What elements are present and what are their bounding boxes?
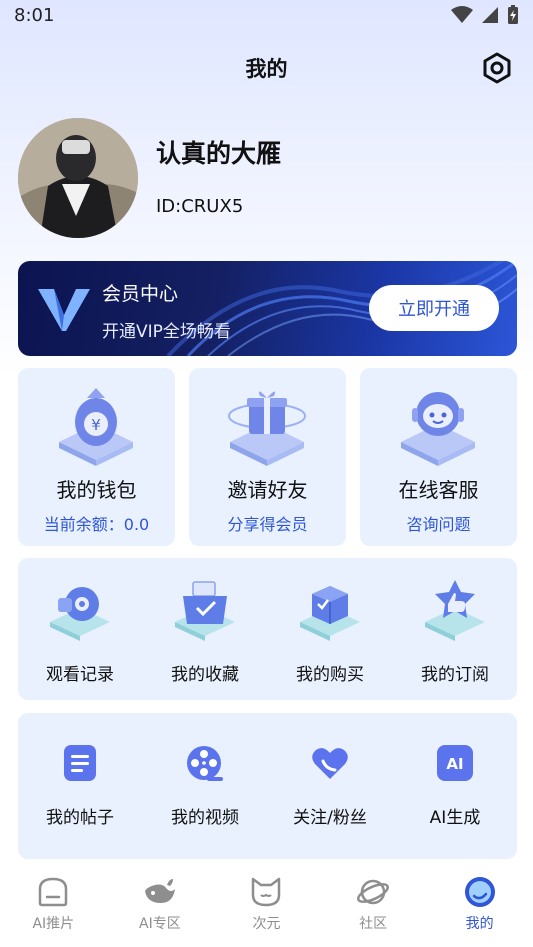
videos-label: 我的视频	[171, 808, 239, 828]
robot-support-icon	[401, 392, 475, 466]
nav-label-ai-zone: AI专区	[139, 916, 181, 932]
vip-logo-icon	[38, 289, 90, 331]
signal-icon	[482, 7, 498, 23]
profile-info: 认真的大雁 ID:CRUX5	[156, 139, 281, 217]
invite-card[interactable]: 邀请好友 分享得会员	[189, 368, 346, 546]
vip-open-button[interactable]: 立即开通	[369, 285, 499, 331]
wallet-icon: ¥	[59, 388, 133, 466]
status-time: 8:01	[14, 4, 55, 26]
content-panel: 我的帖子 我的视频 关注/粉丝 AI AI生成	[18, 713, 517, 859]
vip-banner[interactable]: 会员中心 开通VIP全场畅看 立即开通	[18, 261, 517, 356]
wallet-card[interactable]: ¥ 我的钱包 当前余额：0.0	[18, 368, 175, 546]
profile-section[interactable]: 认真的大雁 ID:CRUX5	[18, 118, 518, 238]
favorites-icon	[175, 581, 235, 641]
settings-button[interactable]	[479, 50, 515, 86]
watch-history-label: 观看记录	[46, 665, 114, 685]
user-id: ID:CRUX5	[156, 195, 244, 217]
cat-icon	[252, 877, 281, 907]
heart-icon	[312, 748, 348, 779]
posts-label: 我的帖子	[46, 808, 114, 828]
gift-icon	[228, 391, 306, 466]
vip-title: 会员中心	[102, 283, 179, 305]
support-subtitle: 咨询问题	[406, 515, 471, 534]
subscriptions-label: 我的订阅	[421, 665, 489, 685]
feature-cards: ¥ 我的钱包 当前余额：0.0 邀请好友 分享得会员 在线客服 咨询问题	[18, 368, 517, 546]
status-icons	[451, 5, 519, 25]
invite-subtitle: 分享得会员	[227, 515, 308, 534]
film-reel-icon	[187, 746, 223, 781]
battery-icon	[508, 5, 518, 24]
purchases-icon	[300, 586, 360, 641]
page-title: 我的	[245, 57, 288, 81]
gear-icon	[483, 52, 511, 84]
page-header: 我的	[0, 46, 533, 90]
home-icon	[39, 877, 68, 907]
planet-icon	[357, 879, 390, 905]
bottom-nav: AI推片 AI专区 次元 社区 我的	[0, 869, 533, 947]
vip-subtitle: 开通VIP全场畅看	[102, 322, 231, 342]
whale-icon	[144, 879, 175, 903]
ai-generate-icon: AI	[437, 745, 473, 781]
nav-item-mine[interactable]: 我的	[426, 869, 533, 947]
avatar-photo	[18, 118, 138, 238]
svg-text:AI: AI	[446, 755, 463, 773]
nav-label-community: 社区	[359, 916, 388, 932]
wallet-balance: 当前余额：0.0	[43, 515, 150, 534]
support-title: 在线客服	[398, 478, 479, 502]
nav-item-community[interactable]: 社区	[320, 869, 427, 947]
nav-item-ai-zone[interactable]: AI专区	[107, 869, 214, 947]
nav-label-mine: 我的	[465, 916, 494, 932]
nav-label-ai-recommend: AI推片	[32, 916, 75, 932]
posts-icon	[64, 745, 96, 781]
follows-label: 关注/粉丝	[293, 808, 367, 828]
svg-text:¥: ¥	[91, 416, 101, 434]
nav-item-ai-recommend[interactable]: AI推片	[0, 869, 107, 947]
favorites-label: 我的收藏	[171, 665, 239, 685]
status-bar: 8:01	[0, 0, 533, 30]
watch-history-icon	[50, 587, 110, 641]
invite-title: 邀请好友	[227, 478, 308, 502]
nickname: 认真的大雁	[156, 138, 282, 168]
support-card[interactable]: 在线客服 咨询问题	[360, 368, 517, 546]
wallet-title: 我的钱包	[56, 478, 137, 502]
nav-label-anime: 次元	[252, 916, 281, 932]
history-panel: 观看记录 我的收藏 我的购买 我的订阅	[18, 558, 517, 700]
purchases-label: 我的购买	[296, 665, 364, 685]
avatar[interactable]	[18, 118, 138, 238]
ai-generate-label: AI生成	[429, 808, 481, 828]
profile-active-icon	[464, 877, 495, 907]
nav-item-anime[interactable]: 次元	[213, 869, 320, 947]
wifi-icon	[451, 6, 473, 23]
subscriptions-icon	[425, 580, 485, 641]
